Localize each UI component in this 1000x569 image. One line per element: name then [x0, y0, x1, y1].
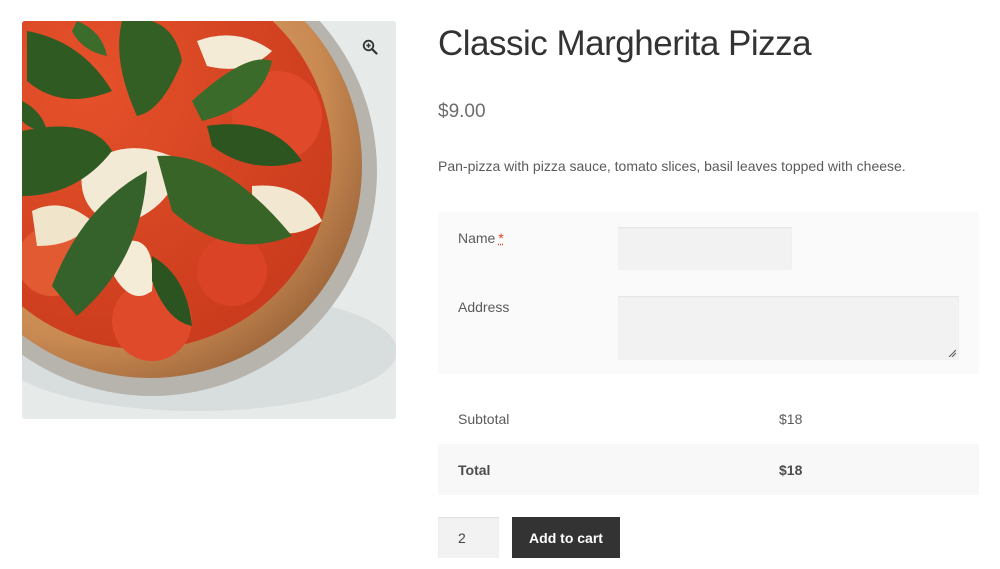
- resize-grip-icon[interactable]: [948, 349, 956, 357]
- quantity-input[interactable]: [438, 517, 499, 558]
- address-label: Address: [458, 299, 510, 315]
- subtotal-value: $18: [779, 411, 803, 427]
- product-summary: Classic Margherita Pizza $9.00 Pan-pizza…: [438, 18, 979, 176]
- product-title: Classic Margherita Pizza: [438, 24, 812, 63]
- pizza-illustration: [22, 21, 396, 419]
- total-row: Total $18: [438, 444, 979, 495]
- product-image[interactable]: [22, 21, 396, 419]
- zoom-in-icon: [362, 39, 378, 55]
- total-value: $18: [779, 462, 803, 478]
- name-label-text: Name: [458, 230, 496, 246]
- subtotal-row: Subtotal $18: [438, 393, 979, 444]
- required-mark: *: [498, 230, 504, 246]
- product-addons: Name * Address: [438, 212, 979, 374]
- address-field[interactable]: [618, 296, 959, 360]
- product-description: Pan-pizza with pizza sauce, tomato slice…: [438, 158, 906, 174]
- total-label: Total: [458, 462, 491, 478]
- name-field[interactable]: [618, 227, 792, 270]
- add-to-cart-button[interactable]: Add to cart: [512, 517, 620, 558]
- name-label: Name *: [458, 230, 504, 246]
- product-price: $9.00: [438, 101, 486, 122]
- product-page: Classic Margherita Pizza $9.00 Pan-pizza…: [0, 0, 1000, 569]
- subtotal-label: Subtotal: [458, 411, 510, 427]
- price-totals: Subtotal $18 Total $18: [438, 393, 979, 495]
- zoom-button[interactable]: [356, 33, 384, 61]
